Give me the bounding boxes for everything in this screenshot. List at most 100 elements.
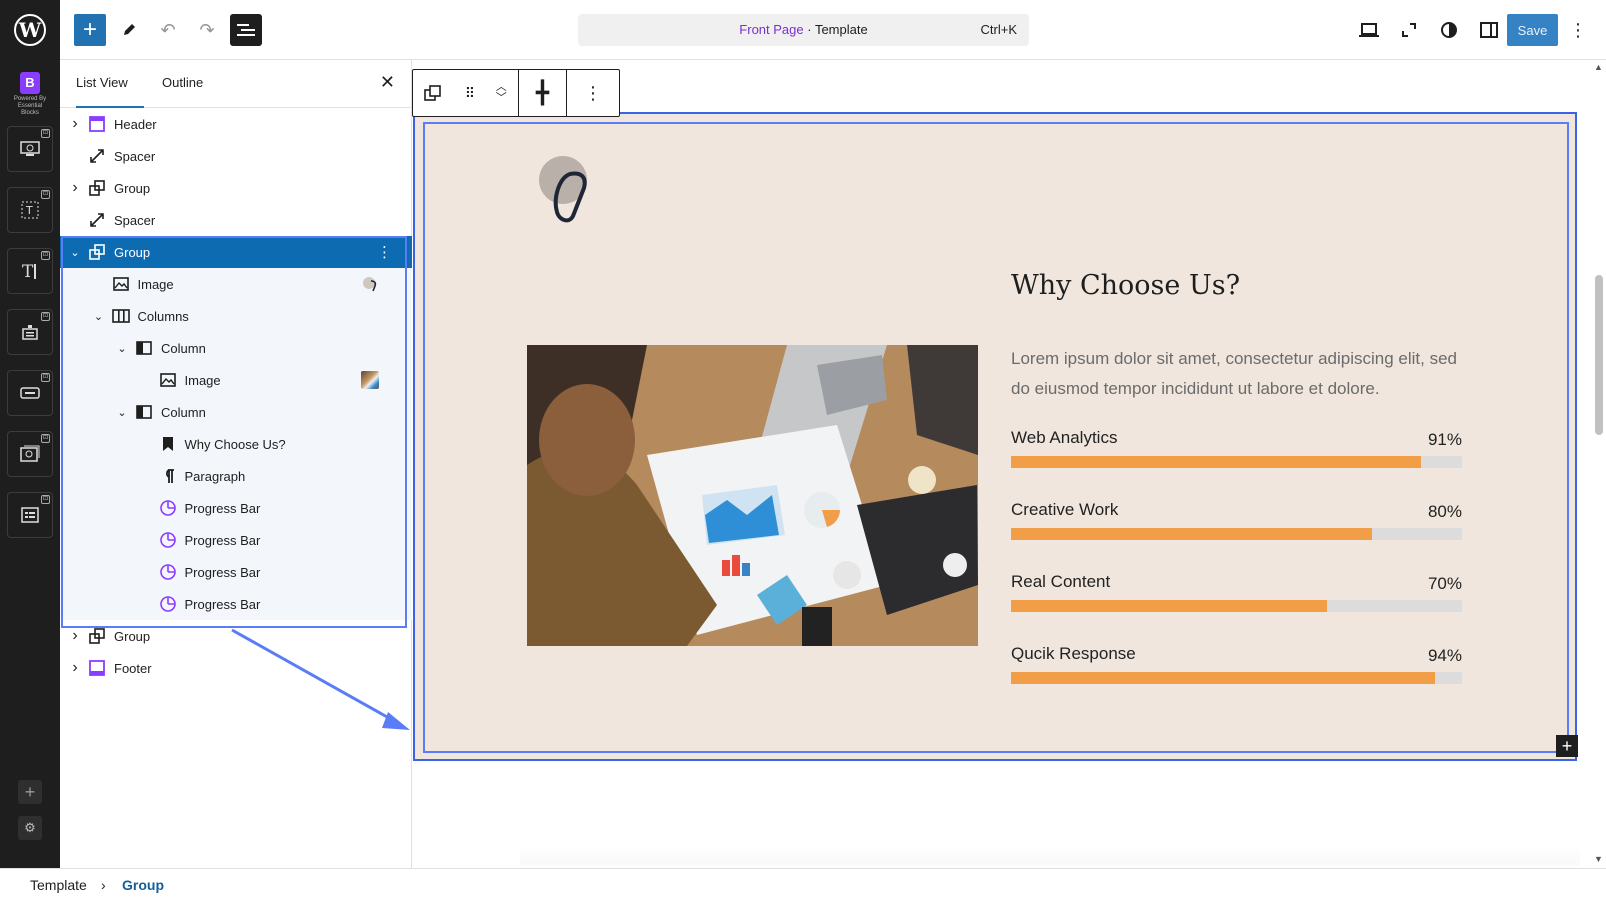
chevron-right-icon[interactable]: › bbox=[68, 627, 82, 645]
list-view-row-progress-bar[interactable]: Progress Bar bbox=[60, 524, 412, 556]
list-view-row-spacer[interactable]: Spacer bbox=[60, 140, 412, 172]
styles-contrast-icon bbox=[1441, 22, 1457, 38]
move-up-down-icon[interactable]: ︿ ﹀ bbox=[496, 82, 507, 104]
document-overview-icon bbox=[237, 24, 255, 36]
list-view-row-label: Paragraph bbox=[184, 468, 246, 484]
list-view-row-label: Image bbox=[184, 372, 221, 388]
fullscreen-icon bbox=[1402, 23, 1416, 37]
align-full-icon: ╋ bbox=[535, 80, 550, 105]
image-gallery-icon bbox=[20, 445, 40, 462]
tab-list-view[interactable]: List View bbox=[76, 60, 144, 108]
settings-sidebar-button[interactable] bbox=[1473, 14, 1505, 46]
shortcut-hint: Ctrl+K bbox=[980, 22, 1017, 37]
canvas-shadow bbox=[520, 845, 1580, 865]
styles-button[interactable] bbox=[1433, 14, 1465, 46]
rail-button-button[interactable]: ⊡ bbox=[7, 370, 53, 416]
list-view-row-progress-bar[interactable]: Progress Bar bbox=[60, 556, 412, 588]
list-view-row-label: Progress Bar bbox=[184, 500, 261, 516]
progress-bar-track bbox=[1011, 528, 1462, 540]
scroll-up-icon[interactable]: ▲ bbox=[1594, 62, 1603, 72]
rail-typography-button[interactable]: ⊡ T bbox=[7, 248, 53, 294]
rail-text-button[interactable]: ⊡ T bbox=[7, 187, 53, 233]
list-view-row-paragraph[interactable]: Paragraph bbox=[60, 460, 412, 492]
scrollbar-thumb[interactable] bbox=[1595, 275, 1603, 435]
typography-icon: T bbox=[22, 262, 36, 281]
list-view-row-label: Progress Bar bbox=[184, 532, 261, 548]
rail-gallery-button[interactable]: ⊡ bbox=[7, 431, 53, 477]
chevron-down-icon[interactable]: ⌄ bbox=[92, 310, 106, 323]
rail-settings-button[interactable]: ⚙ bbox=[18, 816, 42, 840]
svg-text:T: T bbox=[22, 262, 34, 281]
header-icon bbox=[88, 115, 106, 133]
rail-templates-button[interactable]: ⊡ bbox=[7, 126, 53, 172]
tab-outline[interactable]: Outline bbox=[162, 60, 203, 108]
gear-icon: ⚙ bbox=[24, 820, 36, 835]
list-view-row-progress-bar[interactable]: Progress Bar bbox=[60, 492, 412, 524]
list-view-row-image[interactable]: Image bbox=[60, 268, 412, 300]
list-view-row-image[interactable]: Image bbox=[60, 364, 412, 396]
progress-bar-value: 80% bbox=[1427, 502, 1462, 521]
list-view-row-footer[interactable]: › Footer bbox=[60, 652, 412, 684]
progress-bar-fill bbox=[1011, 456, 1422, 468]
group-icon[interactable] bbox=[424, 84, 442, 102]
align-button[interactable]: ╋ bbox=[519, 70, 567, 116]
list-view-row-label: Spacer bbox=[114, 148, 156, 164]
list-view-row-columns[interactable]: ⌄ Columns bbox=[60, 300, 412, 332]
list-view-row-column[interactable]: ⌄ Column bbox=[60, 396, 412, 428]
list-view-row-label: Group bbox=[114, 244, 151, 260]
block-breadcrumb: Template › Group bbox=[0, 868, 1606, 902]
chevron-down-icon[interactable]: ⌄ bbox=[115, 406, 129, 419]
chevron-right-icon[interactable]: › bbox=[68, 659, 82, 677]
list-view-row-column[interactable]: ⌄ Column bbox=[60, 332, 412, 364]
templates-icon bbox=[20, 141, 40, 156]
options-menu-button[interactable]: ⋮ bbox=[1566, 14, 1590, 46]
canvas-scrollbar[interactable]: ▲ ▼ bbox=[1592, 60, 1606, 868]
list-view-row-spacer[interactable]: Spacer bbox=[60, 204, 412, 236]
progress-bar-icon bbox=[159, 595, 177, 613]
essential-blocks-logo[interactable]: B Powered By Essential Blocks bbox=[10, 72, 50, 117]
drag-handle-icon[interactable]: ⠿ bbox=[465, 85, 475, 102]
wordpress-logo-button[interactable]: W bbox=[0, 0, 60, 60]
breadcrumb-group[interactable]: Group bbox=[122, 877, 164, 893]
save-button[interactable]: Save bbox=[1507, 14, 1558, 46]
close-list-view-button[interactable]: ✕ bbox=[380, 72, 395, 93]
breadcrumb-template[interactable]: Template bbox=[30, 877, 87, 893]
rail-list-button[interactable]: ⊡ bbox=[7, 492, 53, 538]
list-view-row-group[interactable]: › Group bbox=[60, 620, 412, 652]
document-overview-button[interactable] bbox=[230, 14, 262, 46]
spacer-icon bbox=[88, 211, 106, 229]
chevron-down-icon[interactable]: ⌄ bbox=[68, 246, 82, 259]
preview-device-button[interactable] bbox=[1353, 14, 1385, 46]
block-inserter-appender[interactable]: + bbox=[1556, 735, 1578, 757]
redo-button[interactable]: ↷ bbox=[191, 14, 223, 46]
list-view-row-label: Spacer bbox=[114, 212, 156, 228]
list-view-row-group[interactable]: › Group bbox=[60, 172, 412, 204]
form-icon bbox=[22, 325, 38, 340]
chevron-down-icon[interactable]: ⌄ bbox=[115, 342, 129, 355]
block-tree: › Header Spacer › Group Spacer ⌄ Group ⋮ Image ⌄ Co… bbox=[60, 108, 412, 684]
pencil-icon bbox=[124, 24, 135, 35]
rail-add-button[interactable]: + bbox=[18, 780, 42, 804]
list-view-row-header[interactable]: › Header bbox=[60, 108, 412, 140]
tools-button[interactable] bbox=[113, 14, 145, 46]
block-inserter-button[interactable]: + bbox=[74, 14, 106, 46]
scroll-down-icon[interactable]: ▼ bbox=[1594, 854, 1603, 864]
chevron-right-icon[interactable]: › bbox=[68, 115, 82, 133]
rail-form-button[interactable]: ⊡ bbox=[7, 309, 53, 355]
paragraph-icon bbox=[159, 467, 177, 485]
progress-bar-value: 70% bbox=[1427, 574, 1462, 593]
row-options-icon[interactable]: ⋮ bbox=[377, 243, 392, 261]
column-icon bbox=[135, 339, 153, 357]
list-view-row-group[interactable]: ⌄ Group ⋮ bbox=[60, 236, 412, 268]
fullscreen-button[interactable] bbox=[1393, 14, 1425, 46]
progress-bar-track bbox=[1011, 456, 1462, 468]
undo-button[interactable]: ↶ bbox=[152, 14, 184, 46]
image-icon bbox=[112, 275, 130, 293]
chevron-right-icon[interactable]: › bbox=[68, 179, 82, 197]
list-view-row-label: Progress Bar bbox=[184, 564, 261, 580]
list-view-row-progress-bar[interactable]: Progress Bar bbox=[60, 588, 412, 620]
list-view-row-label: Why Choose Us? bbox=[184, 436, 286, 452]
list-view-row-why-choose-us[interactable]: Why Choose Us? bbox=[60, 428, 412, 460]
block-options-button[interactable]: ⋮ bbox=[567, 70, 619, 116]
command-palette-bar[interactable]: Front Page · Template Ctrl+K bbox=[578, 14, 1029, 46]
